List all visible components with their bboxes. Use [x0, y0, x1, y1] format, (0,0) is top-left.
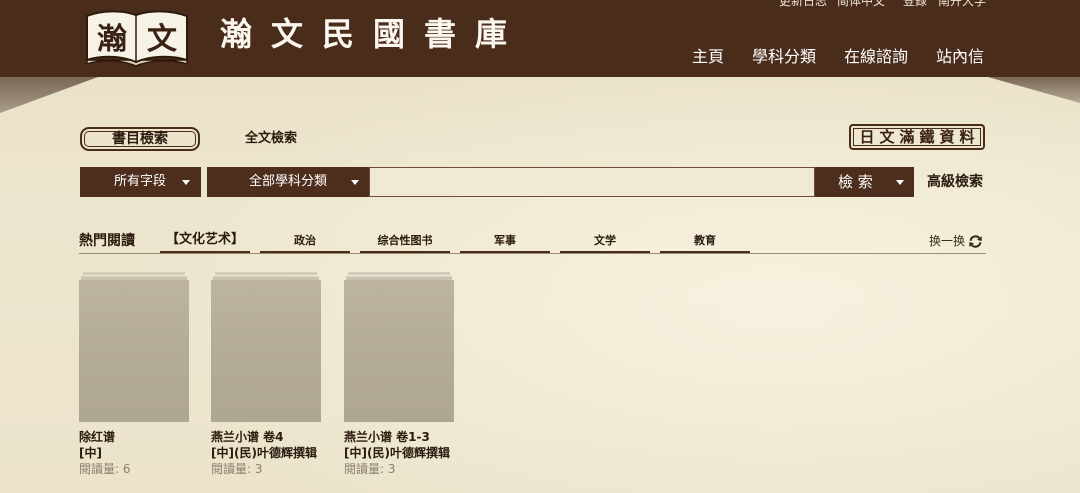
search-input[interactable]: [369, 167, 815, 197]
caret-down-icon: [896, 180, 904, 185]
search-button[interactable]: 檢 索: [815, 167, 914, 197]
book-title[interactable]: 燕兰小谱 卷4: [211, 429, 321, 445]
book-cover[interactable]: [211, 272, 321, 422]
changelog-link[interactable]: 更新日志: [779, 0, 827, 8]
institution-link[interactable]: 南开大学: [938, 0, 986, 8]
logo-right-char: 文: [147, 22, 177, 57]
book-read-count: 閱讀量: 3: [211, 462, 263, 476]
book-meta: [中]: [79, 446, 102, 460]
category-select-value: 全部學科分類: [249, 174, 328, 189]
language-switch-link[interactable]: 简体中文: [837, 0, 885, 8]
hot-reading-title: 熱門閱讀: [79, 233, 135, 249]
refresh-label: 换一换: [929, 234, 966, 248]
main-nav: 主頁 學科分類 在線諮詢 站內信: [692, 47, 984, 67]
book-title[interactable]: 除红谱: [79, 429, 189, 445]
hot-reading-tabs: 【文化艺术】 政治 综合性图书 军事 文学 教育: [160, 230, 750, 253]
book-cover[interactable]: [79, 272, 189, 422]
book-meta: [中](民)叶德辉撰辑: [211, 446, 317, 460]
caret-down-icon: [351, 180, 359, 185]
refresh-button[interactable]: 换一换: [929, 233, 983, 249]
site-title: 瀚文民國書庫: [220, 15, 527, 53]
book-cover[interactable]: [344, 272, 454, 422]
top-links: 更新日志 简体中文 登錄 南开大学: [779, 0, 986, 8]
book-card: 除红谱 [中] 閱讀量: 6: [79, 272, 189, 478]
logo-left-char: 瀚: [97, 22, 127, 57]
book-card: 燕兰小谱 卷4 [中](民)叶德辉撰辑 閱讀量: 3: [211, 272, 321, 478]
hot-reading-divider: [79, 253, 986, 254]
login-link[interactable]: 登錄: [903, 0, 927, 8]
hot-tab-education[interactable]: 教育: [660, 230, 750, 253]
book-card: 燕兰小谱 卷1-3 [中](民)叶德辉撰辑 閱讀量: 3: [344, 272, 454, 478]
field-select-value: 所有字段: [114, 174, 167, 189]
nav-consult[interactable]: 在線諮詢: [844, 47, 908, 67]
refresh-icon: [969, 234, 982, 248]
advanced-search-link[interactable]: 高級檢索: [927, 174, 983, 191]
tab-fulltext-search[interactable]: 全文檢索: [245, 131, 297, 147]
hot-tab-politics[interactable]: 政治: [260, 230, 350, 253]
nav-home[interactable]: 主頁: [692, 47, 724, 67]
book-read-count: 閱讀量: 3: [344, 462, 396, 476]
nav-messages[interactable]: 站內信: [936, 47, 984, 67]
book-meta: [中](民)叶德辉撰辑: [344, 446, 450, 460]
hot-tab-general[interactable]: 综合性图书: [360, 230, 450, 253]
header-fold-left: [0, 77, 98, 113]
hot-tab-military[interactable]: 军事: [460, 230, 550, 253]
search-button-label: 檢 索: [838, 173, 873, 191]
book-read-count: 閱讀量: 6: [79, 462, 131, 476]
hot-tab-culture-art[interactable]: 【文化艺术】: [160, 230, 250, 253]
tab-catalog-search[interactable]: 書目檢索: [80, 127, 200, 151]
field-select[interactable]: 所有字段: [80, 167, 201, 197]
caret-down-icon: [182, 180, 190, 185]
site-header: 瀚 文 瀚文民國書庫 更新日志 简体中文 登錄 南开大学 主頁 學科分類 在線諮…: [0, 0, 1080, 77]
japanese-mantetsu-link[interactable]: 日文滿鐵資料: [849, 124, 985, 150]
hot-tab-literature[interactable]: 文学: [560, 230, 650, 253]
category-select[interactable]: 全部學科分類: [207, 167, 369, 197]
book-title[interactable]: 燕兰小谱 卷1-3: [344, 429, 454, 445]
nav-subjects[interactable]: 學科分類: [752, 47, 816, 67]
header-fold-right: [988, 77, 1080, 103]
open-book-logo[interactable]: 瀚 文: [84, 4, 190, 68]
